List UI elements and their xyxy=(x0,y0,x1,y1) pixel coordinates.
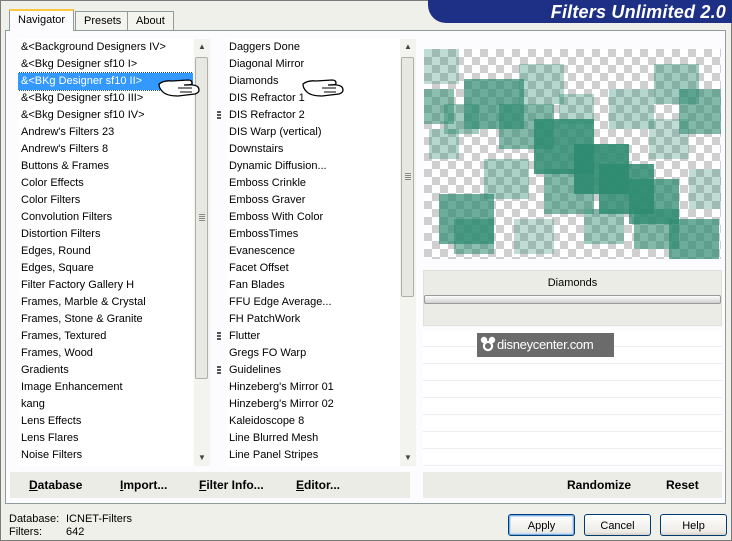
scroll-up-icon[interactable]: ▲ xyxy=(194,39,210,55)
filter-item[interactable]: DIS Refractor 2 xyxy=(217,107,400,124)
category-item[interactable]: Edges, Round xyxy=(18,243,193,260)
filter-preview xyxy=(424,49,721,259)
mickey-logo-icon xyxy=(480,336,496,352)
category-item[interactable]: Distortion Filters xyxy=(18,226,193,243)
category-item[interactable]: Paper Backgrounds xyxy=(18,464,193,466)
category-scrollbar[interactable]: ▲ ▼ xyxy=(194,39,210,466)
category-scroll-thumb[interactable] xyxy=(195,57,208,379)
filter-item[interactable]: Emboss Crinkle xyxy=(226,175,400,192)
category-item[interactable]: &<Background Designers IV> xyxy=(18,39,193,56)
filter-item[interactable]: Flutter xyxy=(217,328,400,345)
filter-item[interactable]: Daggers Done xyxy=(226,39,400,56)
filter-item[interactable]: Fan Blades xyxy=(226,277,400,294)
category-item[interactable]: Image Enhancement xyxy=(18,379,193,396)
filter-item[interactable]: Guidelines xyxy=(217,362,400,379)
category-item[interactable]: Gradients xyxy=(18,362,193,379)
filter-item[interactable]: Emboss Graver xyxy=(226,192,400,209)
tab-navigator[interactable]: Navigator xyxy=(9,9,75,31)
filter-item[interactable]: EmbossTimes xyxy=(226,226,400,243)
scroll-down-icon[interactable]: ▼ xyxy=(194,450,210,466)
category-item[interactable]: Frames, Stone & Granite xyxy=(18,311,193,328)
filter-item[interactable]: Emboss With Color xyxy=(226,209,400,226)
filter-item[interactable]: Gregs FO Warp xyxy=(226,345,400,362)
parameter-slider[interactable] xyxy=(424,295,721,304)
filter-item[interactable]: Line Blurred Mesh xyxy=(226,430,400,447)
reset-button[interactable]: Reset xyxy=(666,474,699,496)
scroll-down-icon[interactable]: ▼ xyxy=(400,450,416,466)
preview-shape xyxy=(424,49,459,84)
editor-button[interactable]: Editor... xyxy=(296,474,340,496)
category-item[interactable]: Convolution Filters xyxy=(18,209,193,226)
category-item[interactable]: Color Effects xyxy=(18,175,193,192)
filter-item[interactable]: Line Panel Stripes xyxy=(226,447,400,464)
category-item[interactable]: Andrew's Filters 23 xyxy=(18,124,193,141)
database-value: ICNET-Filters xyxy=(66,513,132,525)
category-item[interactable]: &<Bkg Designer sf10 I> xyxy=(18,56,193,73)
randomize-button[interactable]: Randomize xyxy=(567,474,631,496)
filter-item[interactable]: FFU Edge Average... xyxy=(226,294,400,311)
import-button[interactable]: Import... xyxy=(120,474,167,496)
filter-item[interactable]: Hinzeberg's Mirror 02 xyxy=(226,396,400,413)
preview-shape xyxy=(519,64,564,104)
preview-shape xyxy=(454,219,494,254)
preview-shape xyxy=(649,119,689,159)
category-item[interactable]: Frames, Marble & Crystal xyxy=(18,294,193,311)
category-item[interactable]: kang xyxy=(18,396,193,413)
filter-item[interactable]: FH PatchWork xyxy=(226,311,400,328)
filter-item[interactable]: Hinzeberg's Mirror 01 xyxy=(226,379,400,396)
filter-item[interactable]: Evanescence xyxy=(226,243,400,260)
filter-item[interactable]: Facet Offset xyxy=(226,260,400,277)
category-item[interactable]: Andrew's Filters 8 xyxy=(18,141,193,158)
category-item[interactable]: &<Bkg Designer sf10 IV> xyxy=(18,107,193,124)
database-button[interactable]: Database xyxy=(29,474,82,496)
filter-scrollbar[interactable]: ▲ ▼ xyxy=(400,39,416,466)
category-item[interactable]: Color Filters xyxy=(18,192,193,209)
filter-list[interactable]: Daggers Done Diagonal Mirror Diamonds DIS R… xyxy=(217,39,400,466)
category-item[interactable]: Lens Effects xyxy=(18,413,193,430)
filter-item[interactable]: DIS Warp (vertical) xyxy=(226,124,400,141)
scroll-up-icon[interactable]: ▲ xyxy=(400,39,416,55)
filter-info-button[interactable]: Filter Info... xyxy=(199,474,264,496)
status-area: Database: ICNET-Filters Filters: 642 xyxy=(9,513,132,539)
category-item[interactable]: Lens Flares xyxy=(18,430,193,447)
category-item[interactable]: Filter Factory Gallery H xyxy=(18,277,193,294)
title-banner: Filters Unlimited 2.0 xyxy=(428,0,732,23)
filter-item[interactable]: Diagonal Mirror xyxy=(226,56,400,73)
pointing-hand-icon xyxy=(302,79,344,97)
database-label: Database: xyxy=(9,513,60,525)
preview-shape xyxy=(559,94,594,124)
tab-about[interactable]: About xyxy=(127,11,174,30)
category-item[interactable]: Noise Filters xyxy=(18,447,193,464)
filter-item[interactable]: Dynamic Diffusion... xyxy=(226,158,400,175)
filter-item[interactable]: Downstairs xyxy=(226,141,400,158)
preview-shape xyxy=(544,169,594,214)
category-item[interactable]: Buttons & Frames xyxy=(18,158,193,175)
category-item[interactable]: Frames, Textured xyxy=(18,328,193,345)
pointing-hand-icon xyxy=(158,79,200,97)
watermark: disneycenter.com xyxy=(477,333,614,357)
banner-title: Filters Unlimited 2.0 xyxy=(550,2,726,22)
preview-shape xyxy=(444,104,479,134)
watermark-text: disneycenter.com xyxy=(497,337,594,352)
filter-settings-panel: Diamonds xyxy=(423,270,722,326)
preview-shape xyxy=(669,219,719,259)
filters-count: 642 xyxy=(66,526,85,538)
filter-scroll-thumb[interactable] xyxy=(401,57,414,297)
apply-button[interactable]: Apply xyxy=(508,514,575,536)
preview-shape xyxy=(609,89,654,129)
preview-shape xyxy=(689,169,721,209)
help-button[interactable]: Help xyxy=(660,514,727,536)
preview-shape xyxy=(484,159,529,199)
preview-shape xyxy=(584,209,624,244)
preview-shape xyxy=(514,219,554,254)
category-item[interactable]: Frames, Wood xyxy=(18,345,193,362)
filters-label: Filters: xyxy=(9,526,42,538)
filter-item[interactable]: Kaleidoscope 8 xyxy=(226,413,400,430)
cancel-button[interactable]: Cancel xyxy=(584,514,651,536)
current-filter-name: Diamonds xyxy=(547,277,598,289)
tab-presets[interactable]: Presets xyxy=(75,11,131,30)
category-list[interactable]: &<Background Designers IV> &<Bkg Designer… xyxy=(18,39,193,466)
category-item[interactable]: Edges, Square xyxy=(18,260,193,277)
